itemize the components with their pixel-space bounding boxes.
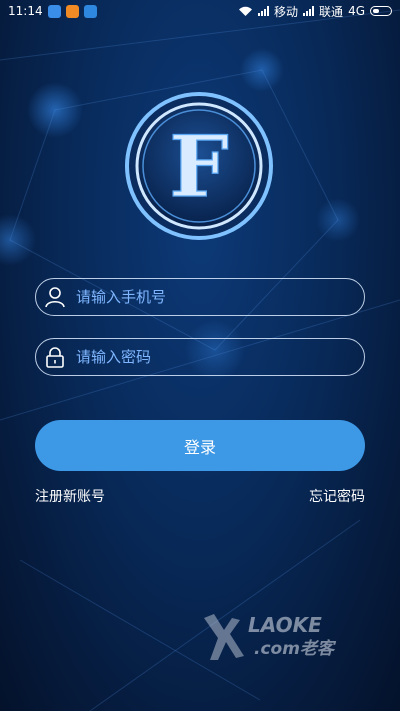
signal-icon bbox=[303, 6, 315, 16]
lock-icon bbox=[46, 347, 64, 368]
carrier-2: 联通 bbox=[319, 4, 344, 19]
app-notification-icon bbox=[47, 4, 61, 18]
phone-input[interactable] bbox=[74, 287, 318, 307]
laoke-watermark-logo: LAOKE .com老客 bbox=[204, 613, 337, 660]
status-bar: 11:14 移动 联通 4G bbox=[0, 0, 400, 22]
wifi-icon bbox=[239, 6, 253, 16]
status-time: 11:14 bbox=[8, 4, 43, 18]
watermark-text: .com老客 bbox=[254, 639, 337, 659]
carrier-1: 移动 bbox=[274, 4, 299, 19]
battery-icon bbox=[370, 6, 392, 16]
password-input[interactable] bbox=[74, 347, 318, 367]
login-button[interactable]: 登录 bbox=[35, 420, 365, 471]
user-icon bbox=[45, 287, 65, 308]
app-logo: F bbox=[125, 92, 273, 240]
logo-letter: F bbox=[169, 117, 229, 216]
password-field[interactable] bbox=[35, 338, 365, 376]
watermark-text: LAOKE bbox=[248, 613, 322, 637]
signal-icon bbox=[258, 6, 270, 16]
phone-field[interactable] bbox=[35, 278, 365, 316]
app-notification-icon bbox=[83, 4, 97, 18]
forgot-password-link[interactable]: 忘记密码 bbox=[309, 486, 365, 506]
app-notification-icon bbox=[65, 4, 79, 18]
register-link[interactable]: 注册新账号 bbox=[35, 486, 105, 506]
network-type: 4G bbox=[348, 4, 365, 18]
